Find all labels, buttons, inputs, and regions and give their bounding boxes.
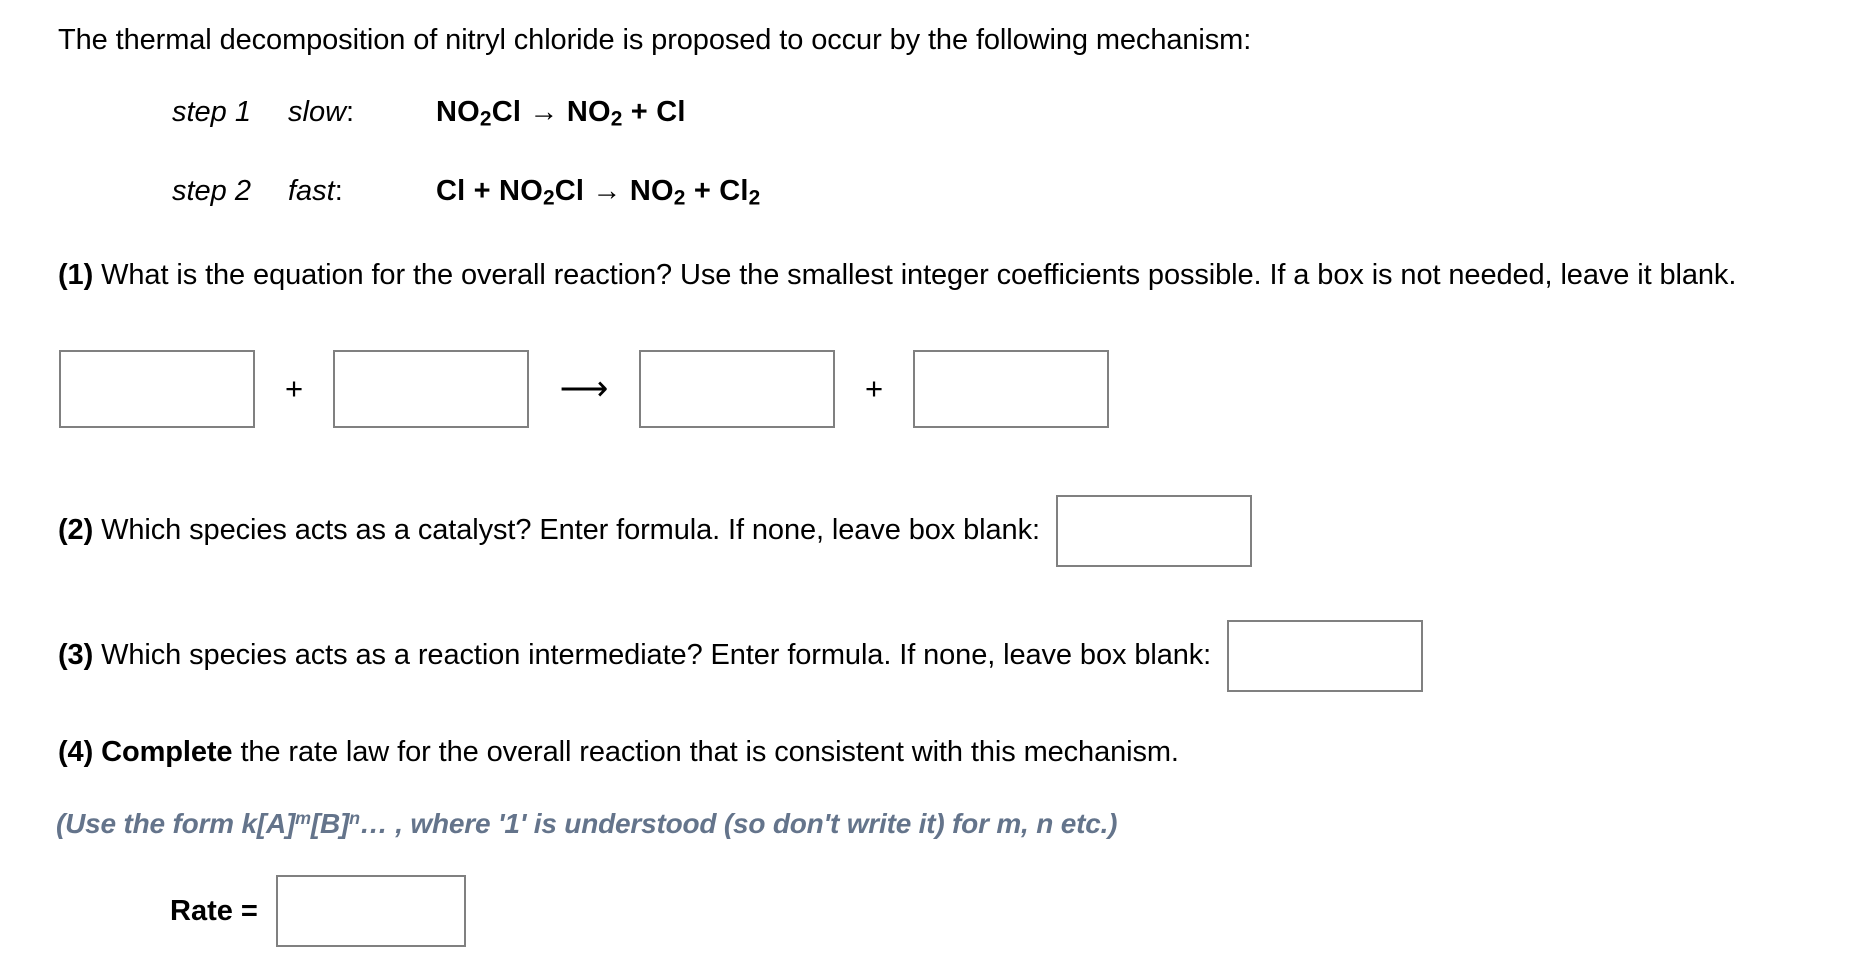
step-1-speed: slow (288, 96, 347, 128)
question-1-equation-row: + ⟶ + (59, 350, 1109, 428)
rate-law-answer-row: Rate = (170, 875, 466, 947)
q1-reactant-1-input[interactable] (59, 350, 255, 428)
question-1-number: (1) (58, 259, 94, 291)
reaction-arrow-icon: ⟶ (559, 370, 609, 408)
step-2-speed: fast (288, 175, 335, 207)
step-2-speed-wrap: fast: (288, 175, 406, 208)
rate-law-format-hint: (Use the form k[A]m[B]n… , where '1' is … (56, 808, 1117, 840)
hint-exponent-m: m (295, 808, 311, 829)
q1-product-1-input[interactable] (639, 350, 835, 428)
question-2-label: (2) Which species acts as a catalyst? En… (58, 513, 1040, 548)
question-4-number: (4) (58, 736, 94, 768)
q4-rate-law-input[interactable] (275, 875, 466, 947)
hint-suffix: … , where '1' is understood (so don't wr… (359, 808, 1118, 839)
q1-product-2-input[interactable] (913, 350, 1109, 428)
hint-mid: [B] (310, 808, 350, 839)
q2-catalyst-input[interactable] (1055, 495, 1252, 567)
question-3-body: Which species acts as a reaction interme… (101, 639, 1212, 672)
hint-exponent-n: n (349, 808, 360, 829)
question-3-number: (3) (58, 639, 94, 672)
plus-operator-1: + (284, 371, 304, 406)
question-3-label: (3) Which species acts as a reaction int… (58, 638, 1211, 673)
rate-label: Rate = (170, 894, 258, 927)
question-2-number: (2) (58, 514, 94, 547)
step-2-equation: Cl + NO2Cl → NO2 + Cl2 (436, 175, 761, 210)
question-1-text: (1) What is the equation for the overall… (58, 258, 1798, 293)
question-4-emphasis: Complete (101, 736, 233, 768)
worksheet-page: The thermal decomposition of nitryl chlo… (0, 0, 1868, 976)
question-2-row: (2) Which species acts as a catalyst? En… (58, 495, 1252, 567)
step-1-colon: : (346, 96, 355, 128)
hint-prefix: (Use the form k[A] (56, 808, 296, 839)
step-1-label: step 1 (172, 96, 251, 128)
question-1-body: What is the equation for the overall rea… (101, 259, 1737, 291)
question-4-text: (4) Complete the rate law for the overal… (58, 735, 1179, 770)
intro-text: The thermal decomposition of nitryl chlo… (58, 24, 1252, 56)
plus-operator-2: + (864, 371, 884, 406)
question-2-body: Which species acts as a catalyst? Enter … (101, 514, 1040, 547)
q3-intermediate-input[interactable] (1227, 620, 1424, 692)
question-3-row: (3) Which species acts as a reaction int… (58, 620, 1424, 692)
mechanism-step-1: step 1 slow: NO2Cl → NO2 + Cl (172, 96, 686, 132)
q1-reactant-2-input[interactable] (333, 350, 529, 428)
step-1-equation: NO2Cl → NO2 + Cl (436, 96, 686, 131)
step-2-label: step 2 (172, 175, 251, 207)
step-2-colon: : (334, 175, 343, 207)
question-4-body: the rate law for the overall reaction th… (240, 736, 1179, 768)
step-1-speed-wrap: slow: (288, 96, 406, 129)
mechanism-step-2: step 2 fast: Cl + NO2Cl → NO2 + Cl2 (172, 175, 760, 211)
